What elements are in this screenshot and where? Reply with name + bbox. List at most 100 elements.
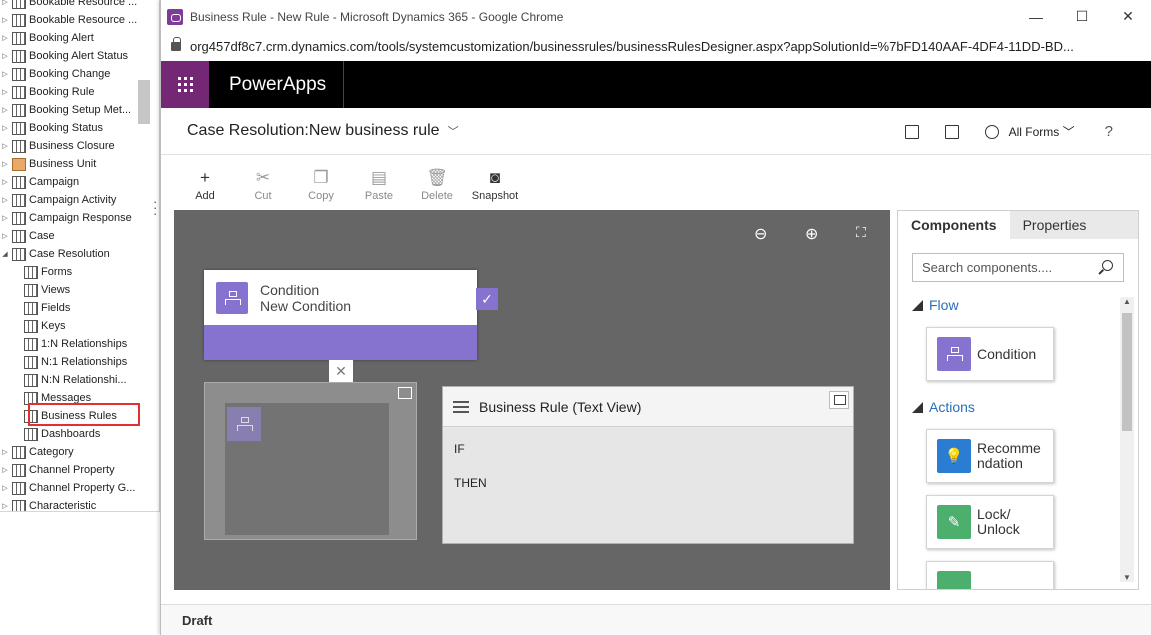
expand-arrow-icon[interactable]: ▷	[0, 88, 10, 96]
entity-icon	[12, 67, 26, 81]
tree-item[interactable]: ▷ Channel Property G...	[0, 479, 159, 497]
help-icon[interactable]: ?	[1105, 123, 1113, 140]
tab-properties[interactable]: Properties	[1010, 211, 1100, 239]
tree-item[interactable]: ▷ Business Closure	[0, 137, 159, 155]
address-bar[interactable]: org457df8c7.crm.dynamics.com/tools/syste…	[161, 33, 1151, 60]
condition-node[interactable]: Condition New Condition	[204, 270, 477, 360]
zoom-out-icon[interactable]: ⊖	[754, 224, 767, 244]
entity-icon	[12, 157, 26, 171]
tree-item[interactable]: ▷ Channel Property	[0, 461, 159, 479]
chevron-down-icon[interactable]: ﹀	[448, 123, 459, 139]
minimize-button[interactable]: —	[1013, 9, 1059, 25]
expand-arrow-icon[interactable]: ▷	[0, 70, 10, 78]
maximize-button[interactable]: ☐	[1059, 8, 1105, 25]
expand-arrow-icon[interactable]: ▷	[0, 0, 10, 6]
tree-child-item[interactable]: ▷Forms	[0, 263, 159, 281]
scroll-up-icon[interactable]: ▲	[1122, 297, 1132, 306]
expand-arrow-icon[interactable]: ▷	[0, 484, 10, 492]
tree-item[interactable]: ▷ Case	[0, 227, 159, 245]
expand-arrow-icon[interactable]: ▷	[0, 34, 10, 42]
close-window-button[interactable]: ✕	[1105, 8, 1151, 25]
expand-arrow-icon[interactable]: ◢	[0, 250, 10, 258]
cut-label: Cut	[254, 190, 272, 202]
snapshot-button[interactable]: ◙ Snapshot	[466, 156, 524, 210]
tree-item[interactable]: ▷ Bookable Resource ...	[0, 0, 159, 11]
flow-section-header[interactable]: Flow	[912, 297, 959, 313]
search-icon[interactable]	[1102, 260, 1113, 271]
tree-item[interactable]: ▷ Business Unit	[0, 155, 159, 173]
app-launcher-button[interactable]	[161, 61, 209, 108]
rule-title[interactable]: Case Resolution:New business rule	[187, 122, 440, 140]
tree-item[interactable]: ▷ Booking Rule	[0, 83, 159, 101]
expand-arrow-icon[interactable]: ▷	[0, 178, 10, 186]
fit-to-screen-icon[interactable]: ⛶	[856, 224, 866, 241]
expand-icon[interactable]	[398, 387, 412, 399]
tree-item[interactable]: ▷ Booking Status	[0, 119, 159, 137]
tree-child-item[interactable]: ▷N:N Relationshi...	[0, 371, 159, 389]
tree-item[interactable]: ▷ Bookable Resource ...	[0, 11, 159, 29]
delete-branch-icon[interactable]: ✕	[329, 360, 353, 382]
scroll-down-icon[interactable]: ▼	[1122, 573, 1132, 582]
expand-arrow-icon[interactable]: ▷	[0, 16, 10, 24]
check-icon[interactable]: ✓	[476, 288, 498, 310]
tree-item[interactable]: ◢ Case Resolution	[0, 245, 159, 263]
tree-item[interactable]: ▷ Campaign	[0, 173, 159, 191]
expand-arrow-icon[interactable]: ▷	[0, 52, 10, 60]
tree-item[interactable]: ▷ Characteristic	[0, 497, 159, 511]
expand-icon[interactable]	[829, 391, 849, 409]
tree-item[interactable]: ▷ Booking Alert Status	[0, 47, 159, 65]
header-actions: All Forms ﹀ ?	[879, 108, 1113, 155]
expand-arrow-icon[interactable]: ▷	[0, 124, 10, 132]
tree-child-item[interactable]: ▷1:N Relationships	[0, 335, 159, 353]
zoom-in-icon[interactable]: ⊕	[805, 224, 818, 244]
copy-button[interactable]: ❐ Copy	[292, 156, 350, 210]
designer-canvas[interactable]: ⊖ ⊕ ⛶ Condition New Condition ✓ ✕ Busine…	[174, 210, 890, 590]
expand-arrow-icon[interactable]: ▷	[0, 214, 10, 222]
condition-component[interactable]: Condition	[926, 327, 1054, 381]
lock-unlock-component[interactable]: ✎ Lock/ Unlock	[926, 495, 1054, 549]
expand-arrow-icon[interactable]: ▷	[0, 502, 10, 510]
tree-child-item[interactable]: ▷N:1 Relationships	[0, 353, 159, 371]
tree-scrollbar-thumb[interactable]	[138, 80, 150, 124]
expand-arrow-icon[interactable]: ▷	[0, 142, 10, 150]
tree-item[interactable]: ▷ Booking Change	[0, 65, 159, 83]
expand-arrow-icon[interactable]: ▷	[0, 232, 10, 240]
clipboard-icon[interactable]	[944, 124, 959, 139]
tab-components[interactable]: Components	[898, 211, 1010, 239]
tree-item[interactable]: ▷ Campaign Activity	[0, 191, 159, 209]
clock-icon[interactable]	[984, 124, 999, 139]
cut-button[interactable]: ✂ Cut	[234, 156, 292, 210]
panel-scrollbar[interactable]: ▲ ▼	[1120, 297, 1134, 582]
splitter-handle[interactable]: · · ·	[153, 195, 157, 220]
tree-child-item[interactable]: ▷Views	[0, 281, 159, 299]
scrollbar-thumb[interactable]	[1122, 313, 1132, 431]
actions-section-header[interactable]: Actions	[912, 399, 975, 415]
show-error-component[interactable]	[926, 561, 1054, 589]
search-components-input[interactable]: Search components....	[912, 253, 1124, 282]
paste-button[interactable]: ▤ Paste	[350, 156, 408, 210]
else-branch-container[interactable]	[204, 382, 417, 540]
delete-label: Delete	[421, 190, 453, 202]
delete-button[interactable]: 🗑 Delete	[408, 156, 466, 210]
tree-item[interactable]: ▷ Category	[0, 443, 159, 461]
tree-item[interactable]: ▷ Campaign Response	[0, 209, 159, 227]
tree-item[interactable]: ▷ Booking Setup Met...	[0, 101, 159, 119]
add-button[interactable]: + Add	[176, 156, 234, 210]
save-icon[interactable]	[904, 124, 919, 139]
recommendation-component[interactable]: 💡 Recomme ndation	[926, 429, 1054, 483]
expand-arrow-icon[interactable]: ▷	[0, 448, 10, 456]
expand-arrow-icon[interactable]: ▷	[0, 466, 10, 474]
expand-arrow-icon[interactable]: ▷	[0, 196, 10, 204]
lightbulb-icon: 💡	[937, 439, 971, 473]
tree-child-item[interactable]: ▷Keys	[0, 317, 159, 335]
tree-item[interactable]: ▷ Booking Alert	[0, 29, 159, 47]
tree-item-label: Case	[29, 230, 55, 242]
tree-child-item[interactable]: ▷Dashboards	[0, 425, 159, 443]
app-name[interactable]: PowerApps	[209, 61, 345, 108]
expand-arrow-icon[interactable]: ▷	[0, 160, 10, 168]
url-text[interactable]: org457df8c7.crm.dynamics.com/tools/syste…	[190, 39, 1150, 54]
expand-arrow-icon[interactable]: ▷	[0, 106, 10, 114]
scope-dropdown[interactable]: All Forms ﹀	[1009, 123, 1075, 140]
tree-child-item[interactable]: ▷Fields	[0, 299, 159, 317]
tree-item-label: Bookable Resource ...	[29, 0, 138, 8]
